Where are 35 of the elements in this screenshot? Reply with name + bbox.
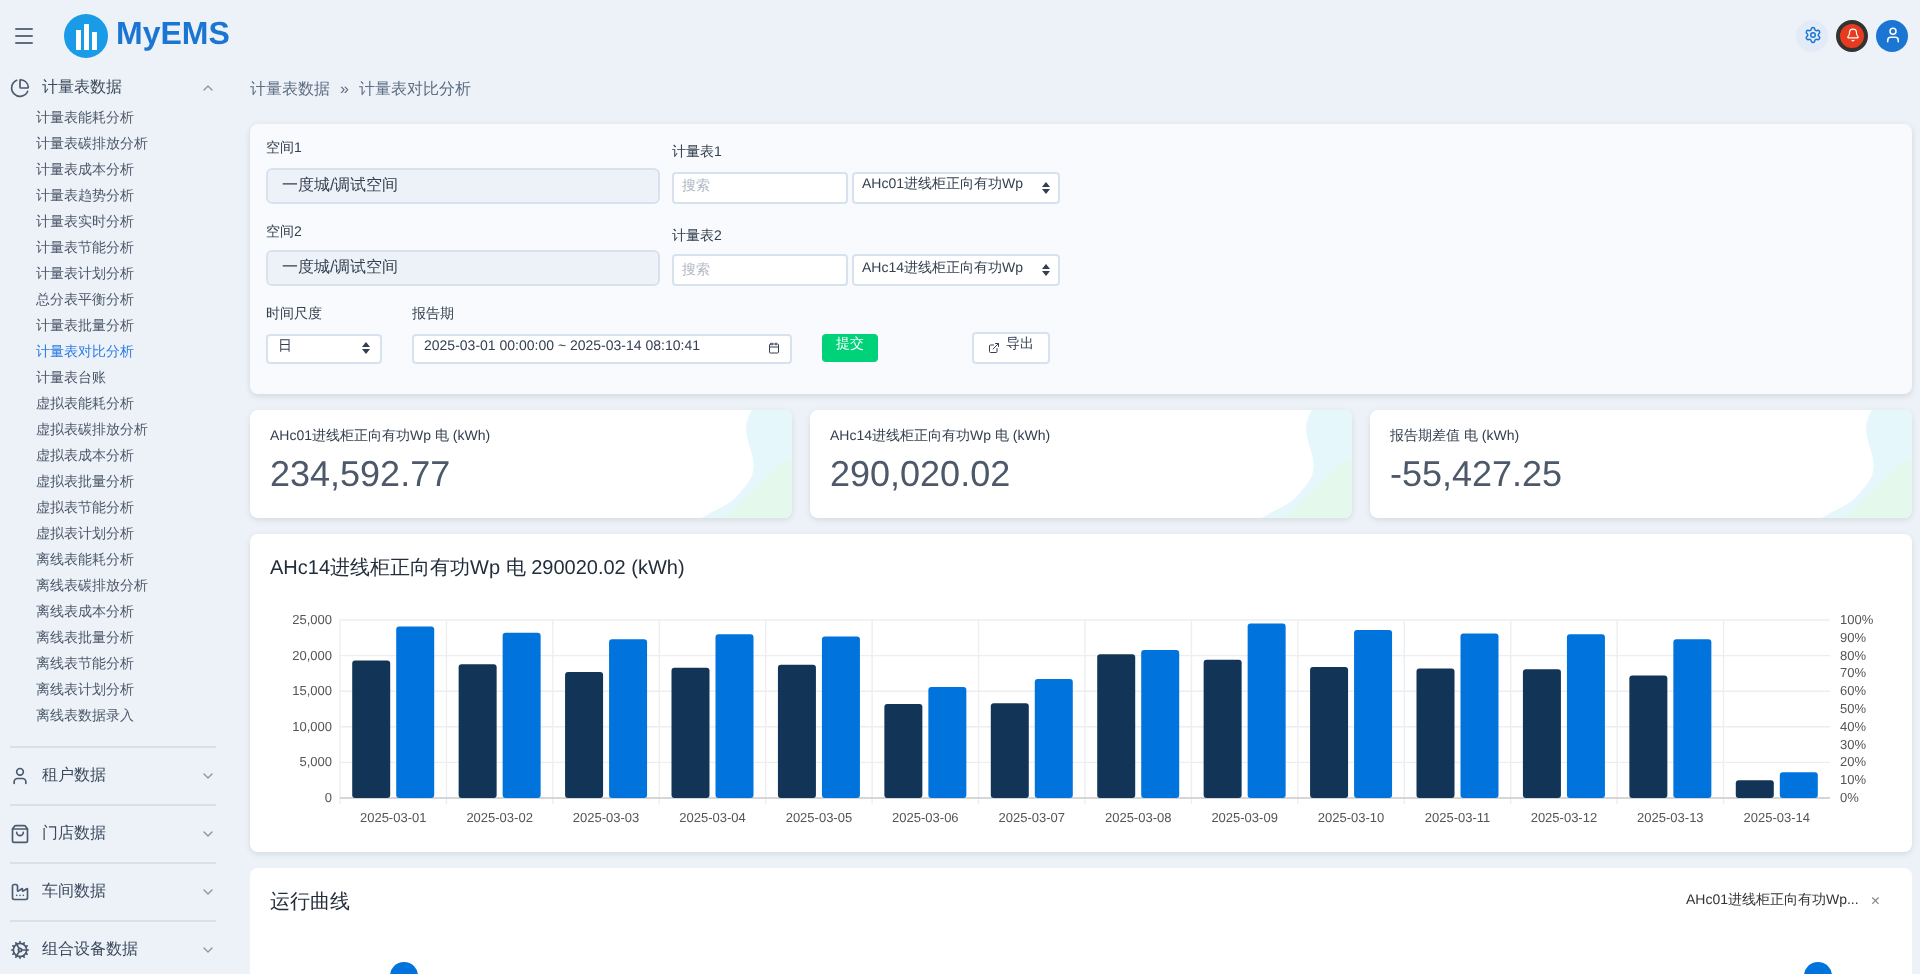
- export-icon: [988, 341, 1000, 353]
- legend-close[interactable]: ×: [1870, 890, 1880, 914]
- group-icon: [10, 78, 30, 98]
- calendar-icon: [768, 342, 780, 354]
- user-icon: [1883, 26, 1901, 44]
- sort-icon: [1042, 264, 1050, 276]
- space-field[interactable]: 一度城/调试空间: [266, 250, 660, 286]
- sidebar-group[interactable]: 租户数据: [42, 764, 188, 788]
- stat-value: -55,427.25: [1390, 452, 1565, 496]
- brand-name: MyEMS: [116, 15, 230, 55]
- group-icon: [10, 766, 30, 786]
- breadcrumb-item: 计量表对比分析: [358, 78, 471, 102]
- space-field[interactable]: 一度城/调试空间: [266, 167, 660, 203]
- breadcrumb-item: »: [340, 78, 349, 102]
- sidebar-group[interactable]: 计量表数据: [42, 76, 188, 100]
- group-icon: [10, 824, 30, 844]
- menu-icon[interactable]: [12, 23, 36, 47]
- breadcrumb-item[interactable]: 计量表数据: [250, 78, 330, 102]
- group-icon: [10, 882, 30, 902]
- settings-icon: [1803, 26, 1821, 44]
- notification-button[interactable]: [1836, 19, 1868, 51]
- logo-icon: [64, 13, 108, 57]
- stat-value: 234,592.77: [270, 452, 453, 496]
- stat-value: 290,020.02: [830, 452, 1013, 496]
- user-avatar[interactable]: [1876, 19, 1908, 51]
- settings-button[interactable]: [1796, 19, 1828, 51]
- bell-icon: [1845, 28, 1859, 42]
- sidebar-group[interactable]: 组合设备数据: [42, 938, 188, 962]
- sidebar-group[interactable]: 车间数据: [42, 880, 188, 904]
- sort-icon: [1042, 181, 1050, 193]
- sort-icon: [362, 342, 370, 354]
- chart-title: AHc14进线柜正向有功Wp 电 290020.02 (kWh): [270, 555, 687, 583]
- group-icon: [10, 940, 30, 960]
- chart-title: 运行曲线: [270, 889, 350, 917]
- sidebar-group[interactable]: 门店数据: [42, 822, 188, 846]
